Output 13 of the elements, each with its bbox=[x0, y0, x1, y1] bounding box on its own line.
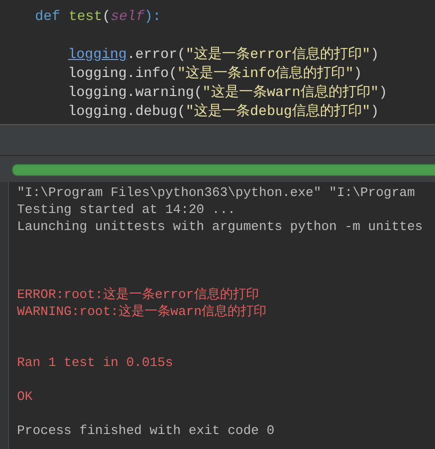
console-line: ERROR:root:这是一条error信息的打印 bbox=[17, 287, 259, 302]
code-line: logging.info("这是一条info信息的打印") bbox=[68, 66, 362, 82]
code-line: def test(self): bbox=[35, 9, 162, 25]
console-line: Ran 1 test in 0.015s bbox=[17, 355, 174, 370]
console-line: OK bbox=[17, 389, 33, 404]
console-line: Process finished with exit code 0 bbox=[17, 423, 274, 438]
console-line: "I:\Program Files\python363\python.exe" "I:\Program bbox=[17, 185, 416, 200]
code-line: logging.warning("这是一条warn信息的打印") bbox=[68, 85, 388, 101]
console-line: WARNING:root:这是一条warn信息的打印 bbox=[17, 304, 267, 319]
code-line: logging.debug("这是一条debug信息的打印") bbox=[68, 104, 379, 120]
console-line: Testing started at 14:20 ... bbox=[17, 202, 236, 217]
code-line: logging.error("这是一条error信息的打印") bbox=[68, 47, 379, 63]
console-line: Launching unittests with arguments python -m unittes bbox=[17, 219, 423, 234]
